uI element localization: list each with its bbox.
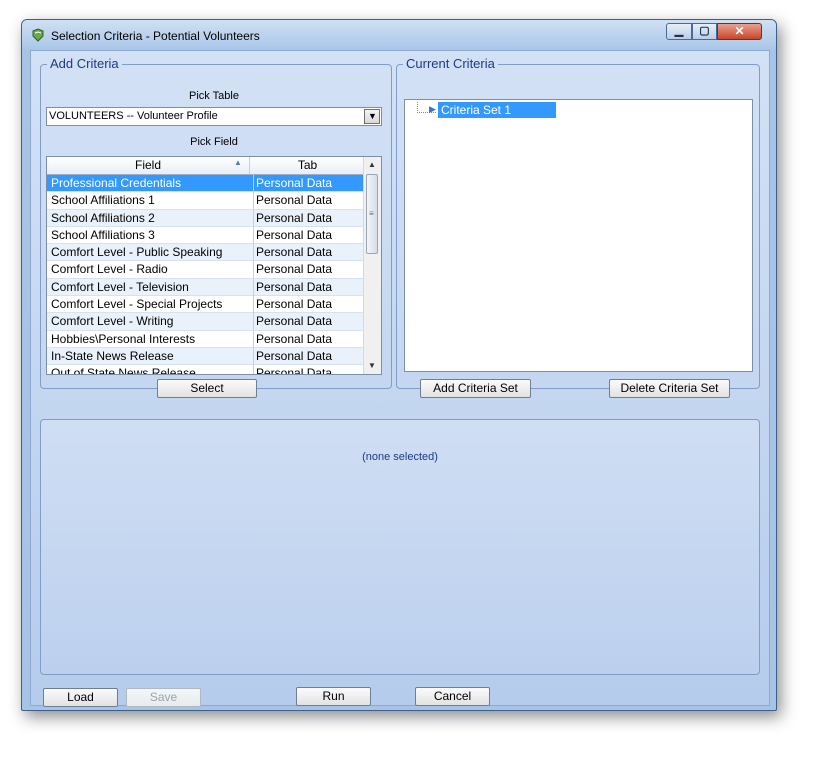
maximize-button[interactable]: ▢ xyxy=(692,23,717,40)
current-criteria-label: Current Criteria xyxy=(403,56,498,71)
save-button[interactable]: Save xyxy=(126,688,201,707)
table-row[interactable]: In-State News Release Personal Data xyxy=(47,347,366,366)
grip-icon: ≡ xyxy=(369,209,374,218)
tab-cell: Personal Data xyxy=(253,296,366,314)
tab-cell: Personal Data xyxy=(253,226,366,244)
field-cell: School Affiliations 2 xyxy=(51,210,155,225)
field-cell: Comfort Level - Radio xyxy=(51,262,168,277)
table-row[interactable]: School Affiliations 3 Personal Data xyxy=(47,226,366,245)
tree-node-icon: ▶ xyxy=(429,104,436,114)
tab-cell: Personal Data xyxy=(253,244,366,262)
tab-cell: Personal Data xyxy=(253,209,366,227)
column-header-field[interactable]: Field xyxy=(47,157,250,174)
none-selected-text: (none selected) xyxy=(362,451,438,463)
dropdown-arrow-icon: ▼ xyxy=(368,111,377,121)
column-header-field-label: Field xyxy=(134,158,161,172)
add-criteria-set-label: Add Criteria Set xyxy=(433,381,518,395)
scroll-down-icon[interactable]: ▼ xyxy=(364,358,380,374)
minimize-icon: ▁ xyxy=(674,25,684,37)
save-button-label: Save xyxy=(149,690,178,704)
table-row[interactable]: Professional Credentials Personal Data xyxy=(47,175,366,193)
table-row[interactable]: Hobbies\Personal Interests Personal Data xyxy=(47,330,366,348)
tab-cell: Personal Data xyxy=(253,365,366,374)
grid-rows: Professional Credentials Personal Data Sc… xyxy=(47,175,366,375)
delete-criteria-set-label: Delete Criteria Set xyxy=(620,381,719,395)
title-bar: Selection Criteria - Potential Volunteer… xyxy=(22,20,776,50)
delete-criteria-set-button[interactable]: Delete Criteria Set xyxy=(609,379,730,398)
field-cell: Out of State News Release xyxy=(51,366,196,375)
close-icon: ✕ xyxy=(734,24,745,38)
tab-cell: Personal Data xyxy=(253,330,366,348)
table-row[interactable]: Comfort Level - Special Projects Personal… xyxy=(47,296,366,314)
table-row[interactable]: Comfort Level - Public Speaking Personal … xyxy=(47,244,366,262)
pick-field-grid[interactable]: Field ▲ Tab Professional Credentials Pers… xyxy=(46,156,382,375)
grid-header: Field ▲ Tab xyxy=(47,157,366,175)
dropdown-arrow-button[interactable]: ▼ xyxy=(364,109,380,124)
table-row[interactable]: School Affiliations 2 Personal Data xyxy=(47,209,366,227)
field-cell: Comfort Level - Public Speaking xyxy=(51,245,223,260)
column-header-tab-label: Tab xyxy=(297,158,318,172)
add-criteria-label: Add Criteria xyxy=(47,56,122,71)
sort-ascending-icon: ▲ xyxy=(234,158,242,167)
table-row[interactable]: Comfort Level - Writing Personal Data xyxy=(47,313,366,331)
cancel-button[interactable]: Cancel xyxy=(415,687,490,706)
criteria-tree[interactable]: ▶ Criteria Set 1 xyxy=(404,99,753,372)
field-cell: In-State News Release xyxy=(51,348,174,363)
table-row[interactable]: Comfort Level - Television Personal Data xyxy=(47,278,366,297)
field-cell: Professional Credentials xyxy=(51,176,182,190)
tree-node-criteria-set[interactable]: Criteria Set 1 xyxy=(438,102,556,118)
run-button[interactable]: Run xyxy=(296,687,371,706)
load-button[interactable]: Load xyxy=(43,688,118,707)
pick-table-value: VOLUNTEERS -- Volunteer Profile xyxy=(49,110,218,122)
grid-vertical-scrollbar[interactable]: ▲ ≡ ▼ xyxy=(363,157,381,374)
cancel-button-label: Cancel xyxy=(433,689,472,703)
scroll-thumb[interactable]: ≡ xyxy=(366,174,378,254)
table-row[interactable]: School Affiliations 1 Personal Data xyxy=(47,192,366,210)
tab-cell: Personal Data xyxy=(253,261,366,279)
tab-cell: Personal Data xyxy=(253,175,366,192)
select-button[interactable]: Select xyxy=(157,379,257,398)
pick-table-label: Pick Table xyxy=(189,90,239,102)
load-button-label: Load xyxy=(67,690,94,704)
tab-cell: Personal Data xyxy=(253,347,366,365)
pick-field-label: Pick Field xyxy=(190,136,238,148)
table-row[interactable]: Comfort Level - Radio Personal Data xyxy=(47,261,366,279)
criteria-details-panel: (none selected) xyxy=(40,419,760,675)
tab-cell: Personal Data xyxy=(253,192,366,210)
scroll-up-icon[interactable]: ▲ xyxy=(364,157,380,173)
field-cell: Hobbies\Personal Interests xyxy=(51,331,196,346)
column-header-tab[interactable]: Tab xyxy=(250,157,366,174)
selection-criteria-window: Selection Criteria - Potential Volunteer… xyxy=(21,19,777,711)
app-icon xyxy=(32,28,44,42)
minimize-button[interactable]: ▁ xyxy=(666,23,692,40)
dialog-client-area: Add Criteria Pick Table VOLUNTEERS -- Vo… xyxy=(30,50,770,707)
field-cell: School Affiliations 3 xyxy=(51,227,155,242)
table-row[interactable]: Out of State News Release Personal Data xyxy=(47,365,366,375)
field-cell: Comfort Level - Television xyxy=(51,279,189,294)
maximize-icon: ▢ xyxy=(699,25,710,37)
pick-table-dropdown[interactable]: VOLUNTEERS -- Volunteer Profile ▼ xyxy=(46,107,382,126)
add-criteria-set-button[interactable]: Add Criteria Set xyxy=(420,379,531,398)
close-button[interactable]: ✕ xyxy=(717,23,762,40)
field-cell: Comfort Level - Special Projects xyxy=(51,297,223,312)
select-button-label: Select xyxy=(190,381,224,395)
tab-cell: Personal Data xyxy=(253,278,366,296)
run-button-label: Run xyxy=(322,689,345,703)
window-title: Selection Criteria - Potential Volunteer… xyxy=(51,29,260,43)
field-cell: School Affiliations 1 xyxy=(51,193,155,208)
tab-cell: Personal Data xyxy=(253,313,366,331)
field-cell: Comfort Level - Writing xyxy=(51,314,174,329)
